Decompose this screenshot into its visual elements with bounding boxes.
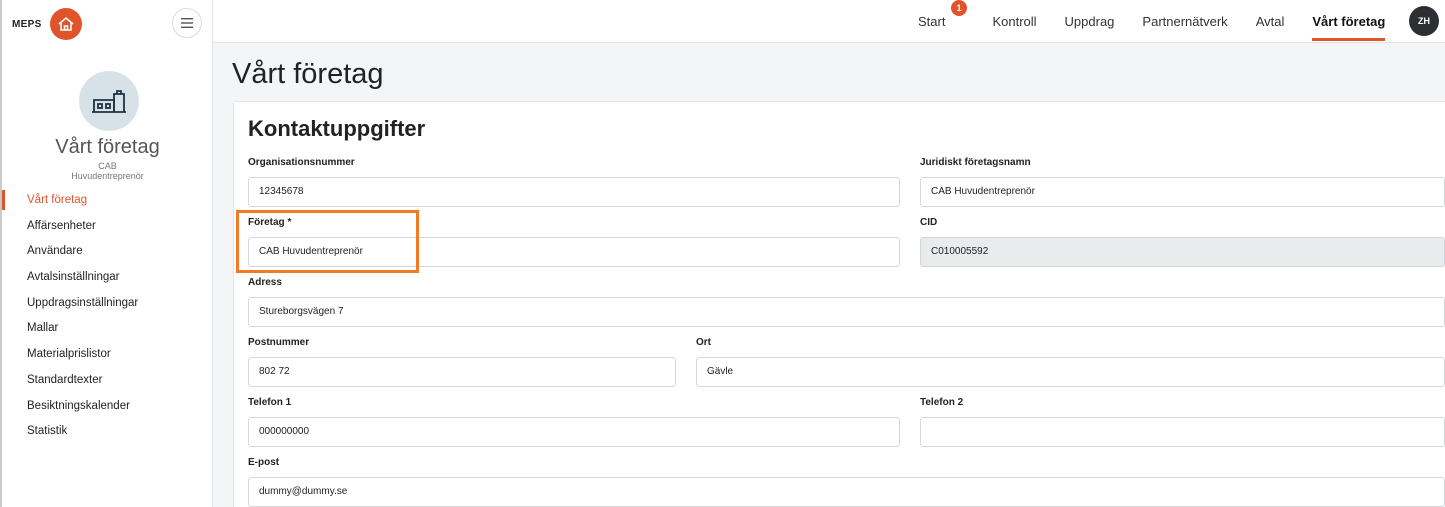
sidebar-item-anvandare[interactable]: Användare bbox=[2, 241, 213, 267]
cid-field: C010005592 bbox=[920, 237, 1445, 267]
sidebar-item-standardtexter[interactable]: Standardtexter bbox=[2, 370, 213, 396]
city-field[interactable]: Gävle bbox=[696, 357, 1445, 387]
legal-name-field[interactable]: CAB Huvudentreprenör bbox=[920, 177, 1445, 207]
phone1-field[interactable]: 000000000 bbox=[248, 417, 900, 447]
address-field[interactable]: Stureborgsvägen 7 bbox=[248, 297, 1445, 327]
cid-label: CID bbox=[920, 217, 938, 228]
top-nav: Start 1 Kontroll Uppdrag Partnernätverk … bbox=[918, 0, 1413, 43]
postal-code-label: Postnummer bbox=[248, 337, 310, 348]
sidebar-item-avtalsinstallningar[interactable]: Avtalsinställningar bbox=[2, 267, 213, 293]
email-field[interactable]: dummy@dummy.se bbox=[248, 477, 1445, 507]
hamburger-menu-button[interactable] bbox=[172, 8, 202, 38]
company-avatar bbox=[79, 71, 139, 131]
user-avatar[interactable]: ZH bbox=[1409, 6, 1439, 36]
company-title: Vårt företag bbox=[55, 136, 160, 158]
phone1-label: Telefon 1 bbox=[248, 397, 292, 408]
hamburger-icon bbox=[181, 18, 193, 28]
sidebar-item-besiktningskalender[interactable]: Besiktningskalender bbox=[2, 396, 213, 422]
brand-name: MEPS bbox=[12, 18, 42, 30]
nav-kontroll[interactable]: Kontroll bbox=[992, 12, 1036, 32]
nav-vart-foretag[interactable]: Vårt företag bbox=[1312, 12, 1385, 41]
sidebar-item-vart-foretag[interactable]: Vårt företag bbox=[2, 190, 213, 216]
home-logo-icon bbox=[49, 8, 82, 40]
nav-partnernatverk[interactable]: Partnernätverk bbox=[1142, 12, 1227, 32]
org-nr-field[interactable]: 12345678 bbox=[248, 177, 900, 207]
postal-code-field[interactable]: 802 72 bbox=[248, 357, 676, 387]
nav-avtal[interactable]: Avtal bbox=[1256, 12, 1285, 32]
phone2-field[interactable] bbox=[920, 417, 1445, 447]
page-title: Vårt företag bbox=[232, 58, 384, 90]
sidebar-item-uppdragsinstallningar[interactable]: Uppdragsinställningar bbox=[2, 293, 213, 319]
card-title: Kontaktuppgifter bbox=[248, 116, 426, 141]
org-nr-label: Organisationsnummer bbox=[248, 157, 355, 168]
sidebar-item-materialprislistor[interactable]: Materialprislistor bbox=[2, 344, 213, 370]
company-subtitle: CAB Huvudentreprenör bbox=[71, 161, 144, 181]
legal-name-label: Juridiskt företagsnamn bbox=[920, 157, 1031, 168]
nav-uppdrag[interactable]: Uppdrag bbox=[1065, 12, 1115, 32]
building-icon bbox=[92, 90, 126, 113]
email-label: E-post bbox=[248, 457, 280, 468]
sidebar: MEPS Vårt företag CAB Huvudentreprenör V… bbox=[2, 0, 213, 507]
sidebar-item-affarsenheter[interactable]: Affärsenheter bbox=[2, 216, 213, 242]
brand[interactable]: MEPS bbox=[12, 6, 82, 42]
phone2-label: Telefon 2 bbox=[920, 397, 964, 408]
city-label: Ort bbox=[696, 337, 711, 348]
notification-badge: 1 bbox=[951, 0, 967, 16]
sidebar-item-statistik[interactable]: Statistik bbox=[2, 421, 213, 447]
address-label: Adress bbox=[248, 277, 282, 288]
top-bar: Start 1 Kontroll Uppdrag Partnernätverk … bbox=[213, 0, 1445, 43]
sidebar-item-mallar[interactable]: Mallar bbox=[2, 318, 213, 344]
nav-start[interactable]: Start 1 bbox=[918, 0, 967, 32]
nav-start-label: Start bbox=[918, 13, 946, 29]
highlight-box bbox=[236, 210, 419, 273]
sidebar-nav: Vårt företag Affärsenheter Användare Avt… bbox=[2, 190, 213, 447]
